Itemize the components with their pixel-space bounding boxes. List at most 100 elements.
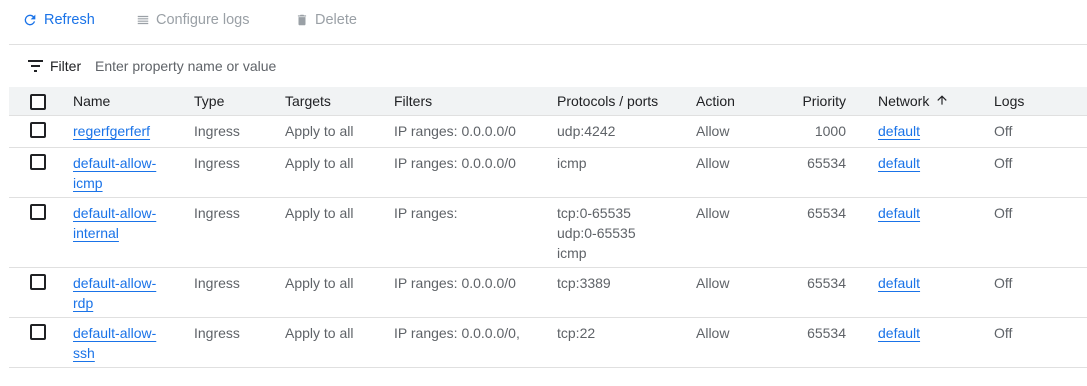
row-select-cell [9, 267, 73, 318]
action-cell: Allow [696, 317, 778, 368]
refresh-label: Refresh [44, 12, 95, 28]
protocol-entry: icmp [557, 245, 587, 261]
table-row: regerfgerferf Ingress Apply to all IP ra… [9, 115, 1087, 148]
priority-cell: 1000 [778, 115, 878, 148]
rule-name-link[interactable]: default-allow-ssh [73, 323, 163, 363]
logs-cell: Off [994, 115, 1087, 148]
priority-cell: 65534 [778, 147, 878, 198]
arrow-up-icon [935, 93, 949, 110]
name-cell: default-allow-rdp [73, 267, 194, 318]
type-cell: Ingress [194, 147, 285, 198]
network-link[interactable]: default [878, 205, 920, 221]
type-cell: Ingress [194, 197, 285, 268]
header-network[interactable]: Network [878, 87, 994, 116]
row-select-cell [9, 115, 73, 148]
protocols-cell: tcp:3389 [557, 267, 696, 318]
row-select-cell [9, 197, 73, 268]
action-cell: Allow [696, 115, 778, 148]
action-cell: Allow [696, 197, 778, 268]
logs-cell: Off [994, 267, 1087, 318]
header-network-label: Network [878, 93, 930, 109]
select-all-cell [9, 87, 73, 116]
filter-input[interactable] [95, 54, 495, 78]
action-cell: Allow [696, 147, 778, 198]
type-cell: Ingress [194, 267, 285, 318]
name-cell: regerfgerferf [73, 115, 194, 148]
targets-cell: Apply to all [285, 147, 394, 198]
filters-cell: IP ranges: 0.0.0.0/0, [394, 317, 557, 368]
name-cell: default-allow-icmp [73, 147, 194, 198]
action-cell: Allow [696, 267, 778, 318]
row-checkbox[interactable] [30, 122, 46, 138]
network-cell: default [878, 115, 994, 148]
protocols-cell: tcp:0-65535 udp:0-65535 icmp [557, 197, 696, 268]
protocols-cell: udp:4242 [557, 115, 696, 148]
logs-cell: Off [994, 147, 1087, 198]
refresh-icon [22, 12, 38, 28]
select-all-checkbox[interactable] [30, 93, 46, 110]
name-cell: default-allow-internal [73, 197, 194, 268]
table-row: default-allow-rdp Ingress Apply to all I… [9, 267, 1087, 318]
network-link[interactable]: default [878, 325, 920, 341]
rule-name-link[interactable]: regerfgerferf [73, 121, 163, 141]
priority-cell: 65534 [778, 317, 878, 368]
toolbar: Refresh Configure logs Delete [0, 0, 1087, 44]
table-header-row: Name Type Targets Filters Protocols / po… [9, 87, 1087, 116]
protocols-cell: tcp:22 [557, 317, 696, 368]
network-cell: default [878, 147, 994, 198]
targets-cell: Apply to all [285, 115, 394, 148]
filter-label: Filter [50, 58, 82, 74]
protocols-cell: icmp [557, 147, 696, 198]
targets-cell: Apply to all [285, 267, 394, 318]
header-protocols-ports[interactable]: Protocols / ports [557, 87, 696, 116]
protocol-entry: tcp:0-65535 [557, 205, 631, 221]
header-name[interactable]: Name [73, 87, 194, 116]
priority-cell: 65534 [778, 197, 878, 268]
network-cell: default [878, 317, 994, 368]
row-select-cell [9, 317, 73, 368]
network-link[interactable]: default [878, 155, 920, 171]
rule-name-link[interactable]: default-allow-internal [73, 203, 163, 243]
type-cell: Ingress [194, 115, 285, 148]
rule-name-link[interactable]: default-allow-icmp [73, 153, 163, 193]
header-logs[interactable]: Logs [994, 87, 1087, 116]
header-filters[interactable]: Filters [394, 87, 557, 116]
name-cell: default-allow-ssh [73, 317, 194, 368]
delete-button[interactable]: Delete [295, 9, 357, 31]
row-checkbox[interactable] [30, 154, 46, 170]
delete-label: Delete [315, 12, 357, 28]
configure-logs-label: Configure logs [156, 12, 250, 28]
filters-cell: IP ranges: 0.0.0.0/0 [394, 147, 557, 198]
protocol-entry: udp:4242 [557, 123, 616, 139]
table-row: default-allow-ssh Ingress Apply to all I… [9, 317, 1087, 368]
protocol-entry: icmp [557, 155, 587, 171]
targets-cell: Apply to all [285, 317, 394, 368]
configure-logs-button[interactable]: Configure logs [136, 9, 250, 31]
header-targets[interactable]: Targets [285, 87, 394, 116]
network-link[interactable]: default [878, 275, 920, 291]
protocol-entry: udp:0-65535 [557, 225, 636, 241]
firewall-rules-table: Name Type Targets Filters Protocols / po… [9, 87, 1087, 368]
table-row: default-allow-internal Ingress Apply to … [9, 197, 1087, 268]
network-link[interactable]: default [878, 123, 920, 139]
protocol-entry: tcp:3389 [557, 275, 611, 291]
filters-cell: IP ranges: 0.0.0.0/0 [394, 115, 557, 148]
row-checkbox[interactable] [30, 204, 46, 220]
list-icon [136, 13, 150, 27]
row-checkbox[interactable] [30, 274, 46, 290]
targets-cell: Apply to all [285, 197, 394, 268]
priority-cell: 65534 [778, 267, 878, 318]
network-cell: default [878, 197, 994, 268]
row-checkbox[interactable] [30, 324, 46, 340]
filter-bar: Filter [9, 45, 1087, 87]
filter-icon [28, 59, 43, 77]
rule-name-link[interactable]: default-allow-rdp [73, 273, 163, 313]
logs-cell: Off [994, 317, 1087, 368]
header-action[interactable]: Action [696, 87, 778, 116]
network-cell: default [878, 267, 994, 318]
table-row: default-allow-icmp Ingress Apply to all … [9, 147, 1087, 198]
header-priority[interactable]: Priority [778, 87, 878, 116]
refresh-button[interactable]: Refresh [22, 9, 95, 31]
header-type[interactable]: Type [194, 87, 285, 116]
type-cell: Ingress [194, 317, 285, 368]
